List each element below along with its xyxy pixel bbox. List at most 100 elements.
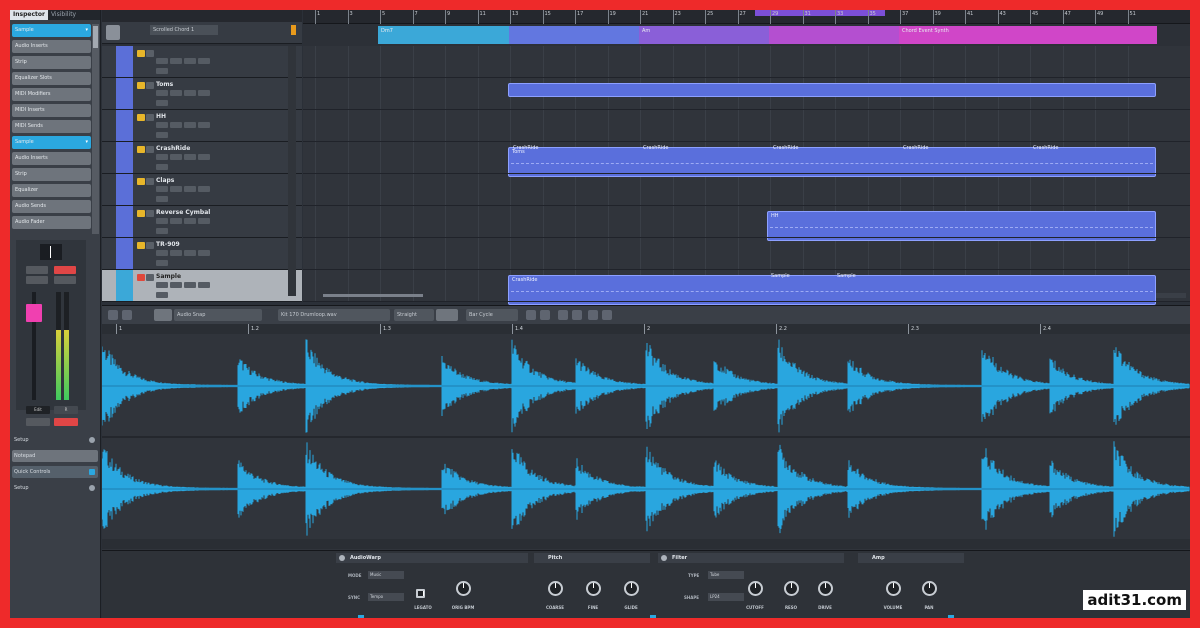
track-button[interactable] [156, 250, 168, 256]
inspector-setup-row[interactable]: Setup [12, 434, 98, 446]
track-row[interactable]: Reverse Cymbal [102, 206, 302, 238]
reso-knob[interactable] [784, 581, 799, 596]
read-button[interactable]: R [54, 406, 78, 414]
track-button[interactable] [170, 218, 182, 224]
sync-select[interactable]: Tempo [368, 593, 404, 601]
track-button[interactable] [156, 228, 168, 234]
arrange-horizontal-scroll[interactable] [323, 294, 423, 297]
track-row[interactable] [102, 46, 302, 78]
mute-button[interactable] [26, 266, 48, 274]
range-marker[interactable] [358, 615, 364, 618]
timeline-ruler[interactable]: 1 3 5 7 9 11 13 15 17 19 21 23 25 27 29 31 33 35 37 39 41 43 4… [303, 10, 1190, 24]
inspector-section[interactable]: Audio Fader [12, 216, 91, 229]
sample-editor-scrollbar[interactable] [102, 539, 1190, 549]
loop-icon[interactable] [122, 310, 132, 320]
solo-button[interactable] [146, 274, 154, 281]
inspector-section[interactable]: MIDI Inserts [12, 104, 91, 117]
pencil-icon[interactable] [540, 310, 550, 320]
track-color-strip[interactable] [116, 270, 133, 301]
glide-knob[interactable] [624, 581, 639, 596]
range-field[interactable]: Bar Cycle [466, 309, 518, 321]
track-button[interactable] [156, 218, 168, 224]
track-button[interactable] [156, 292, 168, 298]
power-icon[interactable] [661, 555, 667, 561]
mute-button[interactable] [137, 178, 145, 185]
track-color-strip[interactable] [116, 110, 133, 141]
track-button[interactable] [156, 68, 168, 74]
solo-button[interactable] [146, 82, 154, 89]
track-color-strip[interactable] [116, 78, 133, 109]
track-button[interactable] [198, 58, 210, 64]
automation-write-button[interactable] [54, 418, 78, 426]
inspector-section-sample[interactable]: Sample ▾ [12, 136, 91, 149]
inspector-section[interactable]: Audio Inserts [12, 40, 91, 53]
edit-button[interactable]: Edit [26, 406, 50, 414]
settings-icon[interactable] [602, 310, 612, 320]
tab-visibility[interactable]: Visibility [48, 10, 79, 20]
mute-button[interactable] [137, 114, 145, 121]
track-button[interactable] [198, 90, 210, 96]
track-button[interactable] [184, 186, 196, 192]
quantize-toggle[interactable] [436, 309, 458, 321]
track-row[interactable]: CrashRide [102, 142, 302, 174]
track-color-strip[interactable] [116, 206, 133, 237]
track-button[interactable] [184, 250, 196, 256]
sample-file-field[interactable]: Kit 170 Drumloop.wav [278, 309, 390, 321]
track-button[interactable] [184, 282, 196, 288]
track-button[interactable] [170, 90, 182, 96]
track-button[interactable] [156, 132, 168, 138]
scrollbar-thumb[interactable] [93, 26, 98, 48]
tab-inspector[interactable]: Inspector [10, 10, 48, 20]
type-select[interactable]: Tube [708, 571, 744, 579]
section-filter[interactable]: Filter [658, 553, 844, 563]
mute-button[interactable] [137, 146, 145, 153]
track-button[interactable] [184, 58, 196, 64]
track-button[interactable] [198, 154, 210, 160]
mode-select[interactable]: Music [368, 571, 404, 579]
play-icon[interactable] [108, 310, 118, 320]
section-audiowarp[interactable]: AudioWarp [336, 553, 528, 563]
drive-knob[interactable] [818, 581, 833, 596]
track-row[interactable]: TR-909 [102, 238, 302, 270]
chord-event[interactable]: Chord Event Synth [899, 26, 1157, 44]
chord-event[interactable]: Am [639, 26, 769, 44]
warp-icon[interactable] [588, 310, 598, 320]
mute-button[interactable] [137, 210, 145, 217]
snap-button[interactable] [154, 309, 172, 321]
track-button[interactable] [156, 164, 168, 170]
inspector-notepad-row[interactable]: Notepad [12, 450, 98, 462]
track-color-strip[interactable] [116, 46, 133, 77]
inspector-setup-row-2[interactable]: Setup [12, 482, 98, 494]
track-button[interactable] [170, 282, 182, 288]
track-button[interactable] [170, 58, 182, 64]
mute-button[interactable] [137, 242, 145, 249]
track-color-strip[interactable] [116, 238, 133, 269]
range-marker[interactable] [650, 615, 656, 618]
mute-button[interactable] [137, 274, 145, 281]
solo-button[interactable] [146, 178, 154, 185]
section-amp[interactable]: Amp [858, 553, 964, 563]
audio-snap-field[interactable]: Audio Snap [174, 309, 262, 321]
zoom-controls[interactable] [1156, 293, 1186, 298]
track-color-strip[interactable] [116, 142, 133, 173]
waveform-display[interactable] [101, 334, 1190, 539]
gear-icon[interactable] [89, 437, 95, 443]
track-button[interactable] [198, 218, 210, 224]
track-button[interactable] [156, 186, 168, 192]
track-color-strip[interactable] [116, 174, 133, 205]
solo-button[interactable] [146, 210, 154, 217]
solo-button[interactable] [54, 266, 76, 274]
track-button[interactable] [156, 58, 168, 64]
track-button[interactable] [184, 90, 196, 96]
track-button[interactable] [198, 250, 210, 256]
chord-event[interactable]: Dm7 [378, 26, 509, 44]
volume-knob[interactable] [886, 581, 901, 596]
pan-display[interactable] [40, 244, 62, 260]
inspector-section[interactable]: Audio Inserts [12, 152, 91, 165]
monitor-button[interactable] [54, 276, 76, 284]
mute-button[interactable] [137, 50, 145, 57]
range-marker[interactable] [948, 615, 954, 618]
track-button[interactable] [156, 282, 168, 288]
range-icon[interactable] [558, 310, 568, 320]
fine-knob[interactable] [586, 581, 601, 596]
